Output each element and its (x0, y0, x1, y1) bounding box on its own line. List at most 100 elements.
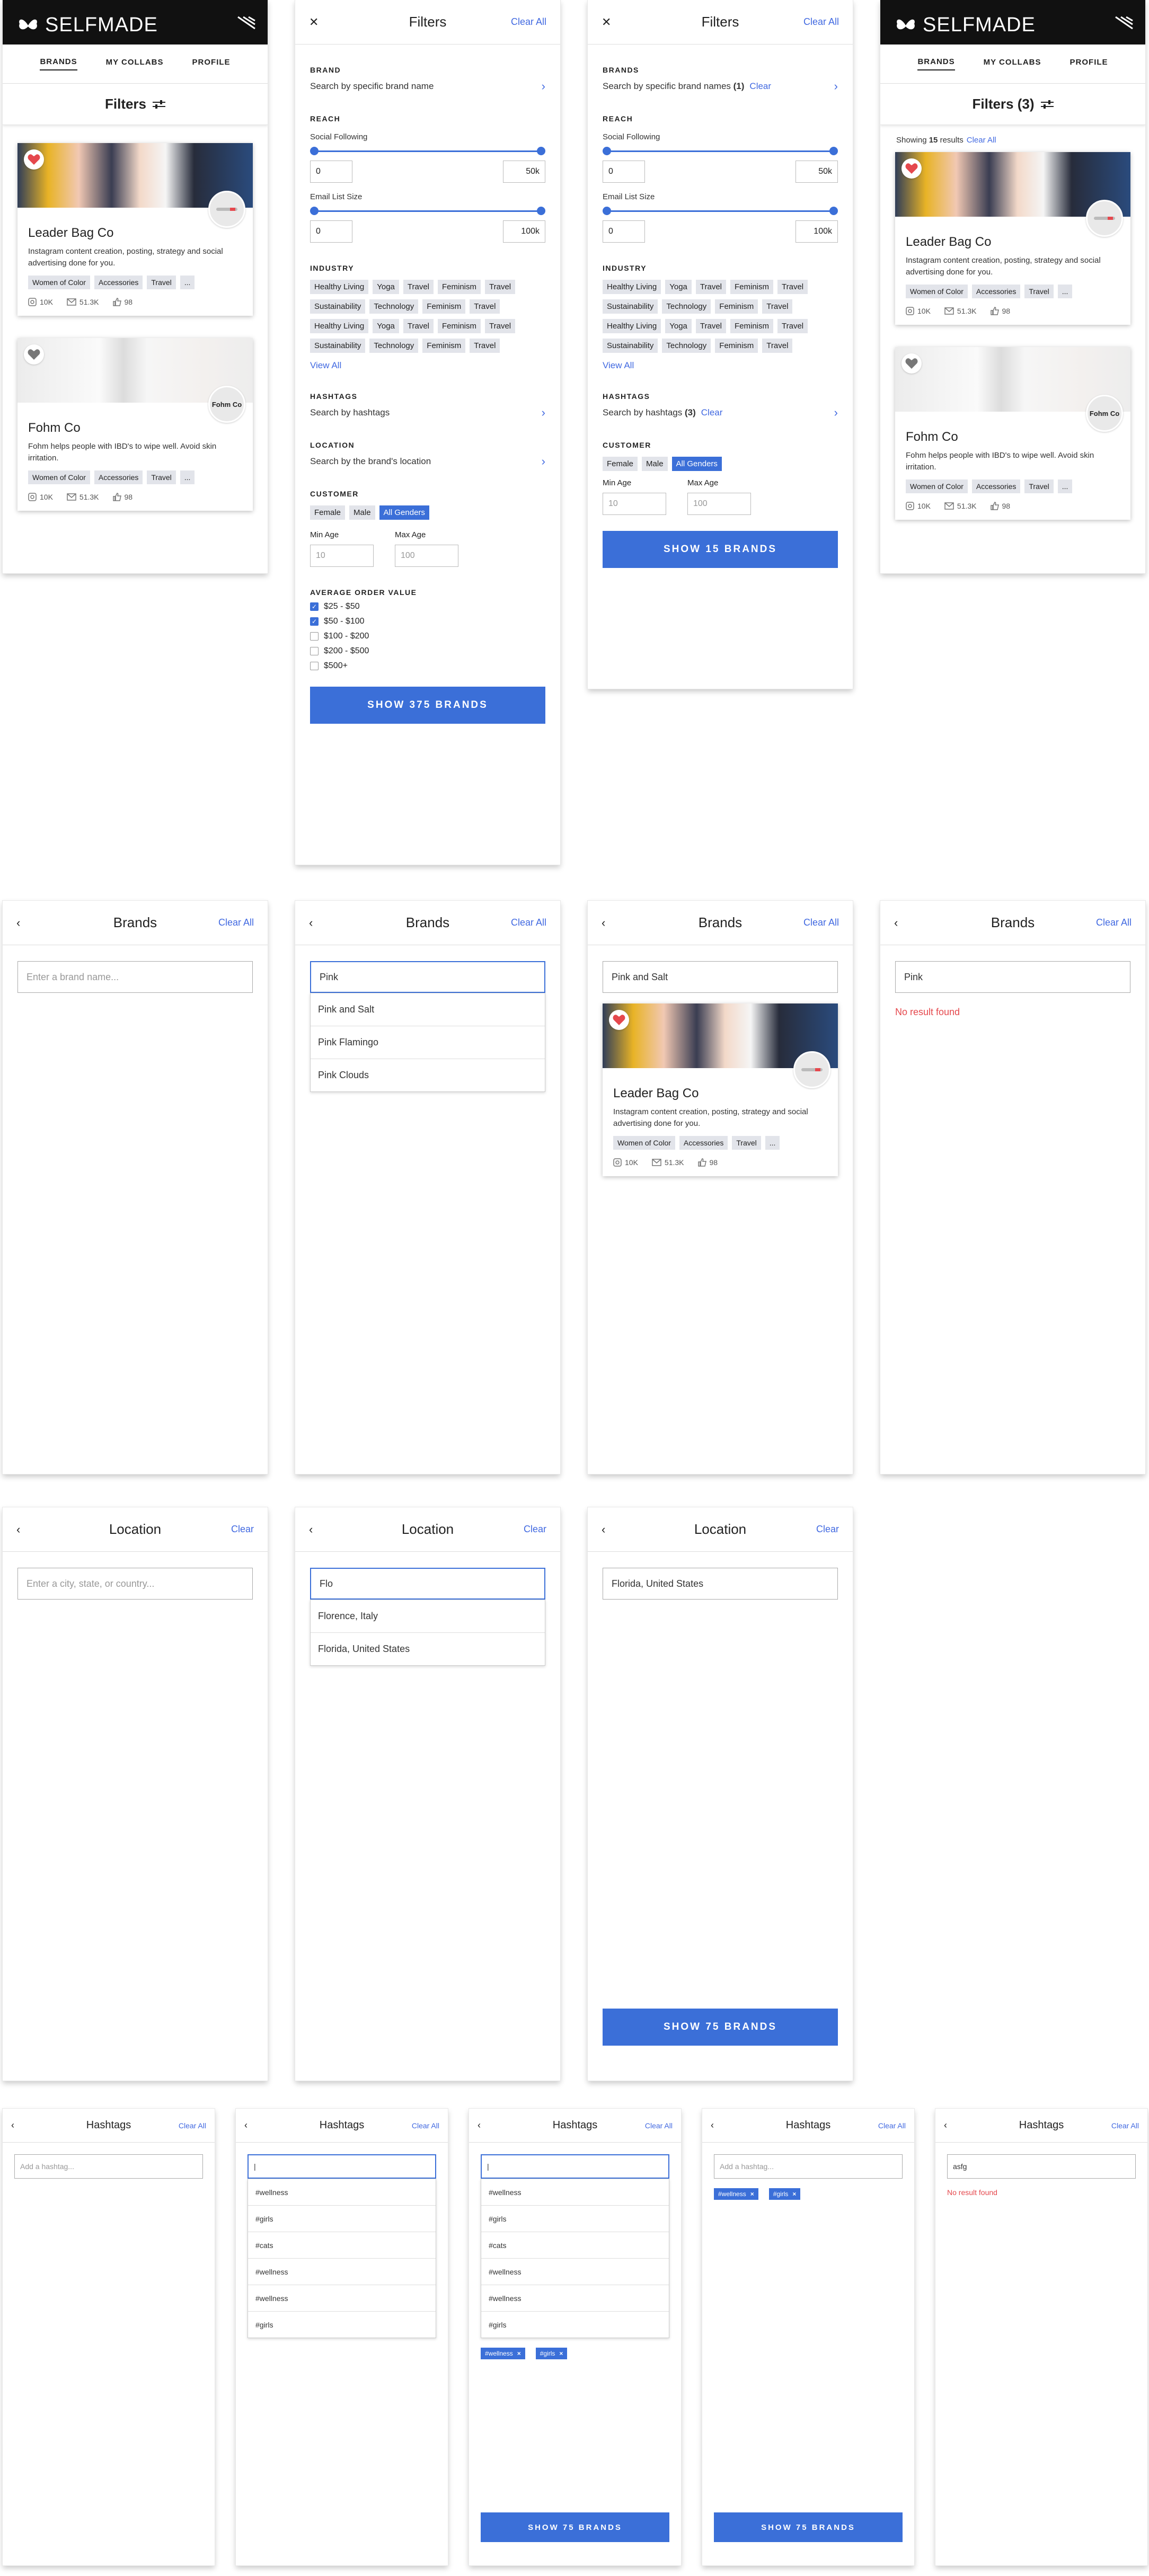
industry-tag[interactable]: Healthy Living (603, 319, 661, 333)
industry-tag[interactable]: Travel (777, 319, 808, 333)
aov-option[interactable]: ✓ $25 - $50 (310, 602, 545, 611)
show-brands-button[interactable]: SHOW 75 BRANDS (714, 2512, 903, 2542)
remove-icon[interactable]: × (559, 2350, 563, 2357)
brand-filter-row[interactable]: Search by specific brand name › (310, 79, 545, 93)
industry-tag[interactable]: Feminism (730, 280, 774, 294)
show-brands-button[interactable]: SHOW 75 BRANDS (481, 2512, 669, 2542)
more-tags[interactable]: ... (180, 276, 195, 289)
gender-all[interactable]: All Genders (379, 505, 429, 520)
show-brands-button[interactable]: SHOW 75 BRANDS (603, 2009, 838, 2046)
hashtag-input[interactable]: Add a hashtag... (14, 2154, 203, 2179)
remove-icon[interactable]: × (517, 2350, 521, 2357)
brand-search-input[interactable]: Enter a brand name... (17, 961, 253, 993)
brand-card[interactable]: Leader Bag Co Instagram content creation… (895, 152, 1130, 325)
industry-tag[interactable]: Healthy Living (310, 280, 369, 294)
clear-all-button[interactable]: Clear All (511, 917, 546, 928)
hashtag-chip[interactable]: #girls × (768, 2188, 801, 2200)
clear-all-button[interactable]: Clear All (645, 2121, 673, 2130)
back-icon[interactable]: ‹ (602, 1523, 605, 1536)
clear-button[interactable]: Clear (524, 1524, 546, 1535)
social-min-input[interactable]: 0 (310, 161, 352, 183)
aov-option[interactable]: $100 - $200 (310, 632, 545, 641)
suggestion-item[interactable]: #cats (248, 2232, 436, 2258)
industry-tag[interactable]: Feminism (730, 319, 774, 333)
hashtag-chip[interactable]: #wellness × (481, 2348, 525, 2359)
clear-all-button[interactable]: Clear All (878, 2121, 906, 2130)
favorite-button[interactable] (24, 344, 44, 365)
industry-tag[interactable]: Healthy Living (310, 319, 369, 333)
aov-option[interactable]: ✓ $50 - $100 (310, 617, 545, 626)
slider-min-handle[interactable] (603, 147, 611, 155)
suggestion-item[interactable]: #girls (481, 2205, 669, 2232)
slider-max-handle[interactable] (537, 147, 545, 155)
social-slider[interactable] (310, 147, 545, 155)
clear-all-button[interactable]: Clear All (803, 917, 839, 928)
max-age-input[interactable]: 100 (395, 545, 458, 567)
back-icon[interactable]: ‹ (309, 1523, 313, 1536)
filters-button[interactable]: Filters (3) (880, 84, 1145, 125)
aov-option[interactable]: $200 - $500 (310, 646, 545, 656)
industry-tag[interactable]: Yoga (665, 319, 692, 333)
industry-tag[interactable]: Travel (470, 299, 500, 314)
slider-max-handle[interactable] (537, 207, 545, 215)
suggestion-item[interactable]: #wellness (248, 2179, 436, 2205)
remove-icon[interactable]: × (750, 2190, 754, 2198)
checkbox-checked[interactable]: ✓ (310, 602, 319, 611)
industry-tag[interactable]: Feminism (715, 339, 758, 353)
back-icon[interactable]: ‹ (478, 2120, 481, 2131)
industry-tag[interactable]: Travel (777, 280, 808, 294)
clear-all-button[interactable]: Clear All (511, 16, 546, 28)
industry-tag[interactable]: Travel (470, 339, 500, 353)
suggestion-item[interactable]: #wellness (248, 2285, 436, 2311)
hashtag-chip[interactable]: #wellness × (714, 2188, 758, 2200)
brand-filter-row[interactable]: Search by specific brand names (1) Clear › (603, 79, 838, 93)
industry-tag[interactable]: Sustainability (603, 339, 658, 353)
hashtag-chip[interactable]: #girls × (535, 2348, 568, 2359)
industry-tag[interactable]: Yoga (665, 280, 692, 294)
email-min-input[interactable]: 0 (603, 220, 645, 243)
suggestion-item[interactable]: #wellness (481, 2285, 669, 2311)
clear-all-link[interactable]: Clear All (967, 136, 996, 145)
nav-profile[interactable]: PROFILE (1070, 58, 1108, 70)
email-min-input[interactable]: 0 (310, 220, 352, 243)
suggestion-item[interactable]: #wellness (481, 2179, 669, 2205)
industry-tag[interactable]: Technology (662, 339, 711, 353)
back-icon[interactable]: ‹ (602, 916, 605, 930)
favorite-button[interactable] (901, 353, 922, 374)
nav-brands[interactable]: BRANDS (40, 57, 77, 70)
menu-icon[interactable] (1113, 16, 1135, 30)
industry-tag[interactable]: Technology (369, 299, 419, 314)
clear-brands-button[interactable]: Clear (749, 81, 771, 91)
checkbox-checked[interactable]: ✓ (310, 617, 319, 626)
nav-collabs[interactable]: MY COLLABS (984, 58, 1041, 70)
clear-hashtags-button[interactable]: Clear (701, 407, 723, 418)
app-logo[interactable]: SELFMADE (17, 14, 158, 37)
email-slider[interactable] (603, 207, 838, 215)
brand-card[interactable]: Fohm Co Fohm Co Fohm helps people with I… (895, 347, 1130, 520)
view-all-link[interactable]: View All (310, 360, 545, 371)
industry-tag[interactable]: Travel (403, 319, 434, 333)
gender-male[interactable]: Male (642, 457, 668, 471)
suggestion-item[interactable]: Florence, Italy (311, 1600, 545, 1632)
industry-tag[interactable]: Sustainability (310, 299, 366, 314)
hashtag-input[interactable]: | (481, 2154, 669, 2179)
location-filter-row[interactable]: Search by the brand's location › (310, 455, 545, 468)
view-all-link[interactable]: View All (603, 360, 838, 371)
suggestion-item[interactable]: Florida, United States (311, 1632, 545, 1665)
slider-min-handle[interactable] (603, 207, 611, 215)
industry-tag[interactable]: Sustainability (310, 339, 366, 353)
email-slider[interactable] (310, 207, 545, 215)
brand-card[interactable]: Fohm Co Fohm Co Fohm helps people with I… (17, 338, 253, 511)
location-search-input[interactable]: Enter a city, state, or country... (17, 1568, 253, 1600)
suggestion-item[interactable]: #girls (248, 2311, 436, 2338)
filters-button[interactable]: Filters (3, 84, 268, 125)
show-brands-button[interactable]: SHOW 375 BRANDS (310, 687, 545, 724)
hashtag-input[interactable]: Add a hashtag... (714, 2154, 903, 2179)
industry-tag[interactable]: Yoga (373, 280, 399, 294)
back-icon[interactable]: ‹ (244, 2120, 248, 2131)
brand-search-input[interactable]: Pink (895, 961, 1130, 993)
hashtags-filter-row[interactable]: Search by hashtags (3) Clear › (603, 406, 838, 420)
email-max-input[interactable]: 100k (796, 220, 838, 243)
social-max-input[interactable]: 50k (503, 161, 545, 183)
clear-all-button[interactable]: Clear All (218, 917, 254, 928)
